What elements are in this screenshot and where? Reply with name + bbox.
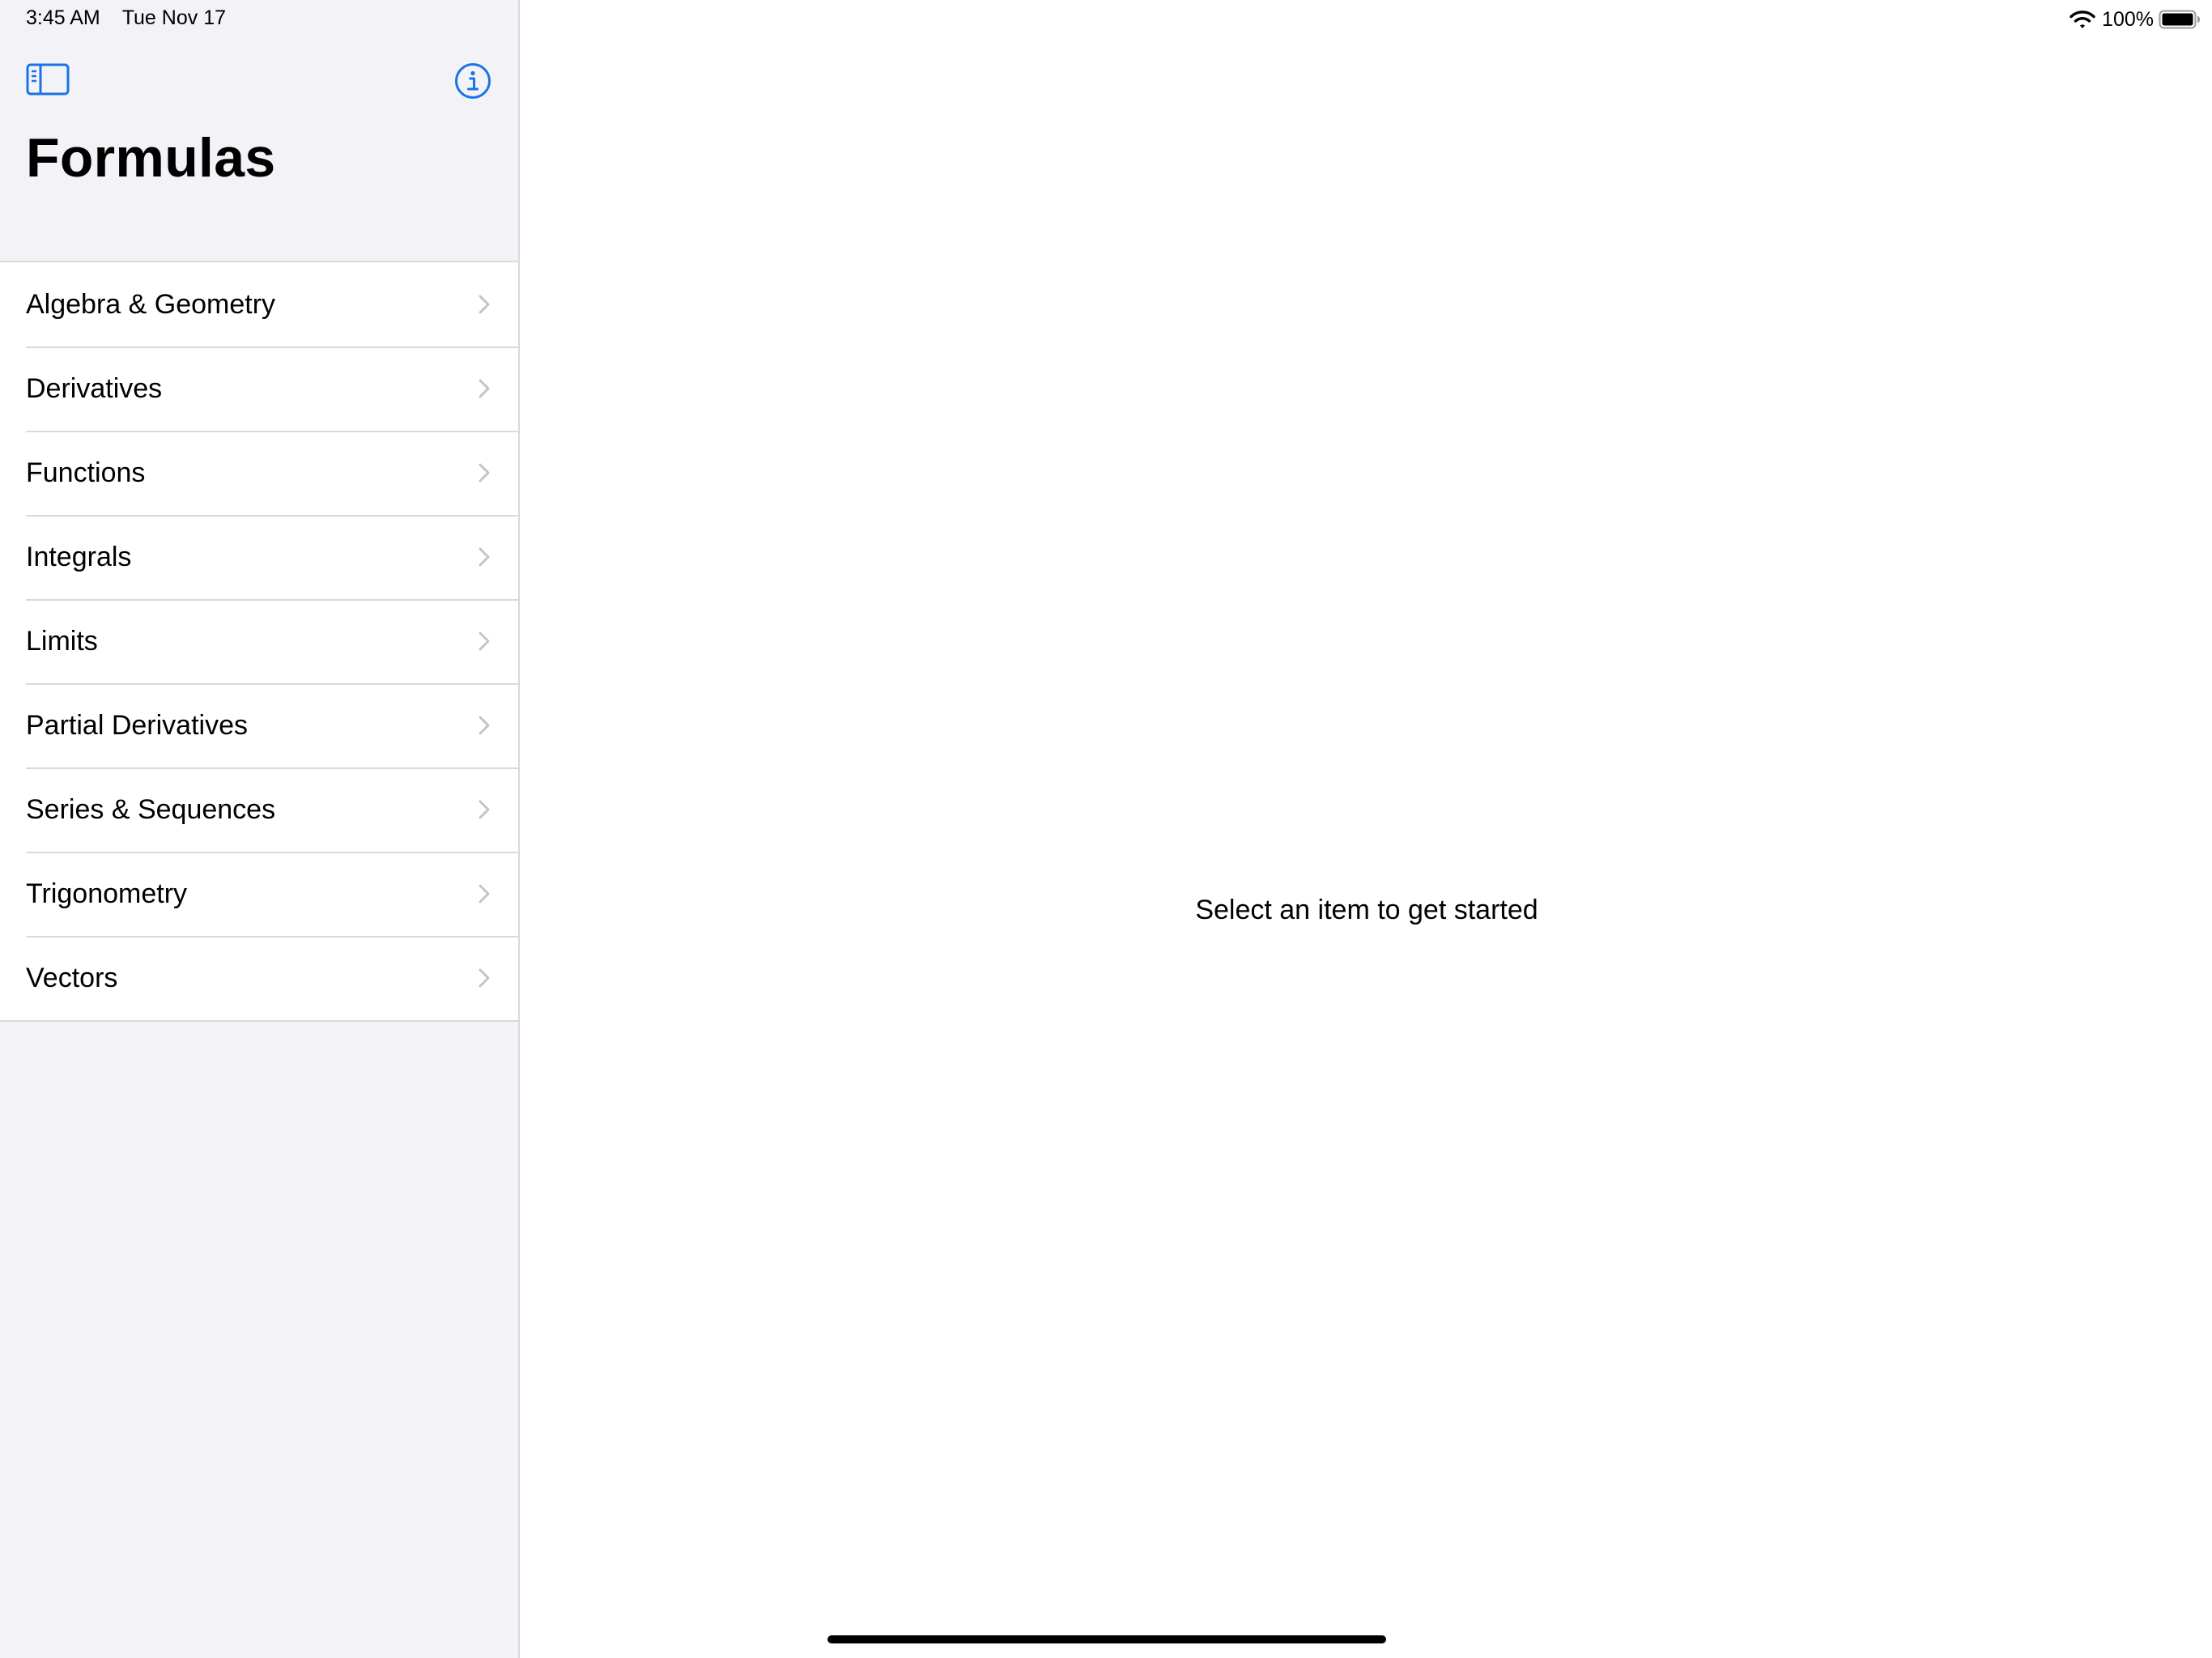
category-list: Algebra & Geometry Derivatives Functions…	[0, 261, 518, 1022]
list-item-partial-derivatives[interactable]: Partial Derivatives	[0, 683, 518, 767]
list-item-label: Algebra & Geometry	[26, 289, 276, 320]
list-item-trigonometry[interactable]: Trigonometry	[0, 852, 518, 936]
list-item-label: Trigonometry	[26, 878, 188, 909]
wifi-icon	[2069, 11, 2095, 28]
chevron-right-icon	[479, 716, 490, 735]
list-item-label: Vectors	[26, 963, 118, 993]
battery-icon	[2159, 10, 2200, 29]
detail-placeholder: Select an item to get started	[1195, 895, 1538, 925]
home-indicator[interactable]	[827, 1635, 1386, 1643]
chevron-right-icon	[479, 463, 490, 483]
list-item-algebra-geometry[interactable]: Algebra & Geometry	[0, 262, 518, 346]
list-item-integrals[interactable]: Integrals	[0, 515, 518, 599]
list-item-label: Series & Sequences	[26, 794, 276, 825]
battery-percentage: 100%	[2102, 7, 2154, 31]
list-item-limits[interactable]: Limits	[0, 599, 518, 683]
chevron-right-icon	[479, 295, 490, 314]
list-item-series-sequences[interactable]: Series & Sequences	[0, 767, 518, 852]
list-item-vectors[interactable]: Vectors	[0, 936, 518, 1020]
list-item-label: Partial Derivatives	[26, 710, 248, 741]
status-date: Tue Nov 17	[121, 6, 226, 29]
list-item-label: Functions	[26, 457, 146, 488]
list-item-label: Limits	[26, 626, 98, 657]
chevron-right-icon	[479, 379, 490, 398]
status-time: 3:45 AM	[26, 6, 100, 29]
chevron-right-icon	[479, 800, 490, 819]
status-bar-right: 100%	[2069, 5, 2201, 34]
sidebar-toggle-icon[interactable]	[26, 62, 70, 97]
list-item-derivatives[interactable]: Derivatives	[0, 346, 518, 431]
list-item-label: Derivatives	[26, 373, 163, 404]
list-item-label: Integrals	[26, 542, 132, 572]
info-icon[interactable]	[453, 62, 492, 100]
chevron-right-icon	[479, 631, 490, 651]
chevron-right-icon	[479, 547, 490, 567]
chevron-right-icon	[479, 884, 490, 903]
sidebar-title: Formulas	[26, 127, 276, 189]
status-bar-left: 3:45 AM Tue Nov 17	[26, 6, 226, 30]
sidebar: 3:45 AM Tue Nov 17 Formulas Algebra & Ge…	[0, 0, 520, 1658]
list-item-functions[interactable]: Functions	[0, 431, 518, 515]
chevron-right-icon	[479, 968, 490, 988]
